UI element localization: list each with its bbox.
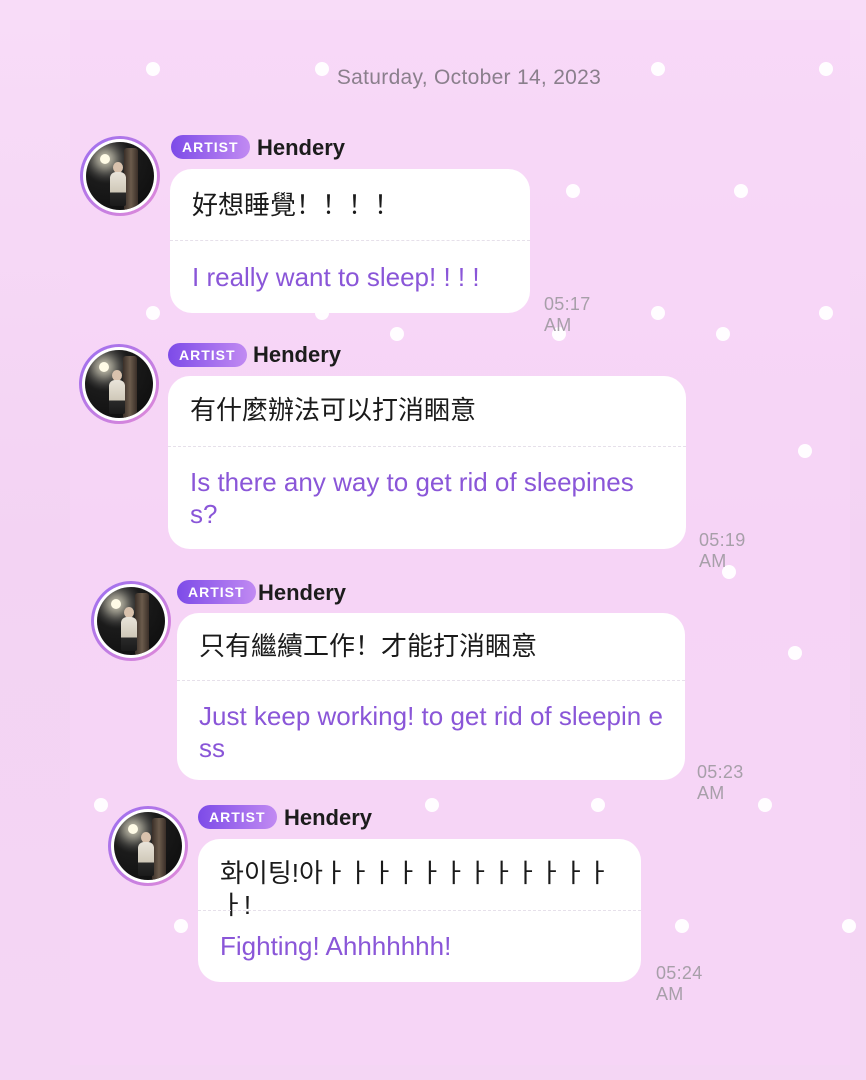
polka-dot [566,184,580,198]
translation-text: Fighting! Ahhhhhhh! [220,931,452,961]
avatar[interactable] [80,136,160,216]
date-header: Saturday, October 14, 2023 [336,66,602,89]
timestamp: 05:17 AM [544,294,591,335]
polka-dot [819,306,833,320]
sender-name: Hendery [284,805,373,830]
avatar-photo [97,587,165,655]
timestamp: 05:24 AM [656,963,703,1004]
original-text: 只有繼續工作！才能打消睏意 [199,631,538,661]
divider [168,446,686,447]
divider [198,910,641,911]
artist-badge: ARTIST [168,343,247,367]
polka-dot [390,327,404,341]
translation-text: Is there any way to get rid of sleepines… [190,467,634,529]
artist-badge: ARTIST [198,805,277,829]
artist-badge: ARTIST [177,580,256,604]
avatar[interactable] [108,806,188,886]
sender-name: Hendery [253,342,342,367]
avatar[interactable] [79,344,159,424]
polka-dot [146,306,160,320]
message-bubble[interactable]: 好想睡覺！！！！ I really want to sleep! ! ! ! [170,169,530,313]
original-text: 화이팅!아ㅏㅏㅏㅏㅏㅏㅏㅏㅏㅏㅏㅏㅏ! [220,858,610,920]
timestamp: 05:23 AM [697,762,744,803]
polka-dot [788,646,802,660]
translation-text: I really want to sleep! ! ! ! [192,262,480,292]
artist-badge: ARTIST [171,135,250,159]
original-text: 有什麼辦法可以打消睏意 [190,395,477,425]
message-bubble[interactable]: 有什麼辦法可以打消睏意 Is there any way to get rid … [168,376,686,549]
sender-name: Hendery [258,580,347,605]
original-text: 好想睡覺！！！！ [192,190,401,220]
polka-dot [94,798,108,812]
polka-dot [591,798,605,812]
polka-dot [734,184,748,198]
avatar-photo [86,142,154,210]
message-bubble[interactable]: 只有繼續工作！才能打消睏意 Just keep working! to get … [177,613,685,780]
avatar-photo [85,350,153,418]
message-bubble[interactable]: 화이팅!아ㅏㅏㅏㅏㅏㅏㅏㅏㅏㅏㅏㅏㅏ! Fighting! Ahhhhhhh! [198,839,641,982]
polka-dot [651,306,665,320]
divider [170,240,530,241]
divider [177,680,685,681]
polka-dot [842,919,856,933]
sender-name: Hendery [257,135,346,160]
avatar-photo [114,812,182,880]
polka-dot [675,919,689,933]
polka-dot [716,327,730,341]
translation-text: Just keep working! to get rid of sleepin… [199,701,663,763]
polka-dot [425,798,439,812]
polka-dot [798,444,812,458]
polka-dot [758,798,772,812]
polka-dot [174,919,188,933]
avatar[interactable] [91,581,171,661]
timestamp: 05:19 AM [699,530,746,571]
